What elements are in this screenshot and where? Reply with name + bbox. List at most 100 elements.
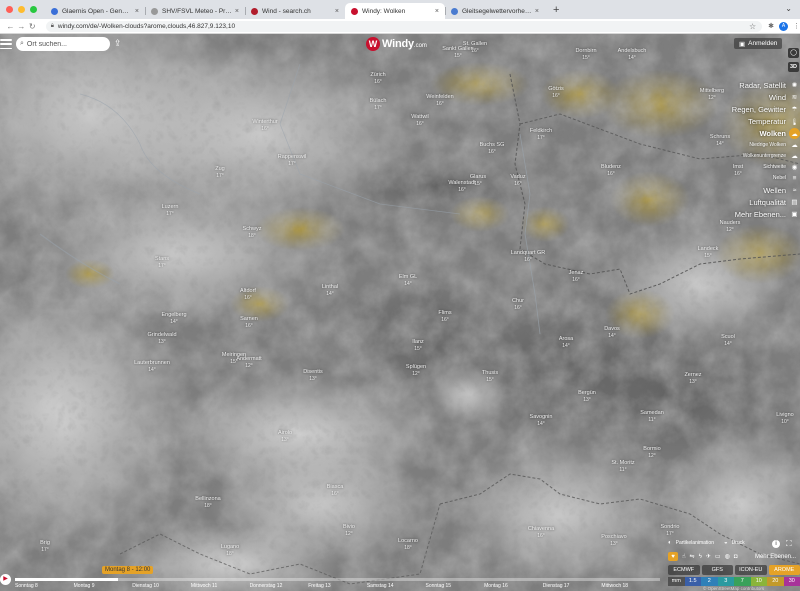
timeline-day[interactable]: Mittwoch 11 — [191, 583, 250, 589]
map-city-label[interactable]: Elm GL 14° — [399, 274, 417, 287]
map-city-label[interactable]: Bülach 17° — [370, 98, 387, 111]
map-city-label[interactable]: Poschiavo 13° — [601, 534, 626, 547]
info-icon[interactable]: i — [772, 540, 780, 548]
map-city-label[interactable]: Biasca 16° — [327, 484, 344, 497]
map-city-label[interactable]: Feldkirch 17° — [530, 128, 552, 141]
timeline-day[interactable]: Samstag 14 — [367, 583, 426, 589]
share-icon[interactable]: ⇪ — [114, 38, 122, 49]
tab-close-icon[interactable]: × — [135, 8, 139, 15]
rss-circle-icon[interactable]: ◯ — [788, 48, 799, 58]
map-city-label[interactable]: Brig 17° — [40, 540, 50, 553]
map-city-label[interactable]: Bludenz 16° — [601, 164, 621, 177]
layer-item[interactable]: Wind ≋ — [680, 91, 800, 103]
favorites-heart-icon[interactable]: ♥ — [668, 552, 678, 561]
particles-label[interactable]: Partikelanimation — [676, 540, 714, 546]
browser-tab[interactable]: Windy: Wolken × — [345, 3, 445, 19]
layer-item[interactable]: Wolken ☁ — [680, 128, 800, 140]
tab-close-icon[interactable]: × — [535, 8, 539, 15]
tab-close-icon[interactable]: × — [435, 8, 439, 15]
timeline-track[interactable] — [15, 578, 660, 581]
extensions-puzzle-icon[interactable]: ✱ — [768, 22, 774, 30]
map-city-label[interactable]: Thusis 15° — [482, 370, 498, 383]
layer-item[interactable]: Wolkenuntergrenze ☁ — [680, 151, 800, 162]
map-city-label[interactable]: Altdorf 16° — [240, 288, 256, 301]
profile-avatar[interactable]: A — [778, 21, 788, 31]
maximize-window-button[interactable] — [30, 6, 37, 13]
forward-button[interactable]: → — [16, 22, 27, 31]
map-city-label[interactable]: Zernez 13° — [684, 372, 701, 385]
location-search[interactable]: ⌕ — [16, 37, 110, 51]
map-city-label[interactable]: Bergün 13° — [578, 390, 596, 403]
hamburger-menu-icon[interactable] — [0, 38, 12, 50]
map-city-label[interactable]: Disentis 13° — [303, 369, 323, 382]
address-bar[interactable]: 🔒︎ windy.com/de/-Wolken-clouds?arome,clo… — [45, 20, 763, 32]
map-city-label[interactable]: Meiringen 15° — [222, 352, 246, 365]
layer-item[interactable]: Temperatur 🌡 — [680, 116, 800, 128]
model-button[interactable]: AROME — [768, 565, 800, 575]
map-city-label[interactable]: Lauterbrunnen 14° — [134, 360, 170, 373]
map-city-label[interactable]: Wattwil 16° — [411, 114, 429, 127]
timeline-day[interactable]: Montag 16 — [484, 583, 543, 589]
map-city-label[interactable]: Livigno 10° — [776, 412, 793, 425]
layer-item[interactable]: Sichtweite ◉ — [680, 162, 800, 173]
map-city-label[interactable]: Zug 17° — [215, 166, 224, 179]
map-city-label[interactable]: Nauders 12° — [720, 220, 741, 233]
map-city-label[interactable]: Jenaz 16° — [569, 270, 584, 283]
particles-toggle-icon[interactable]: ◐ — [668, 540, 672, 546]
map-city-label[interactable]: Savognin 14° — [530, 414, 553, 427]
play-icon[interactable]: ▶ — [0, 574, 11, 585]
map-city-label[interactable]: Bormio 12° — [643, 446, 660, 459]
timeline-day[interactable]: Freitag 13 — [308, 583, 367, 589]
model-button[interactable]: GFS — [701, 565, 733, 575]
camera-icon[interactable]: ◘ — [734, 554, 738, 560]
layer-item[interactable]: Luftqualität ▤ — [680, 196, 800, 208]
map-attribution[interactable]: © OpenStreetMap contributors — [703, 586, 764, 591]
new-tab-button[interactable]: + — [545, 3, 567, 19]
browser-tab[interactable]: Wind - search.ch × — [245, 3, 345, 19]
map-city-label[interactable]: Landeck 15° — [698, 246, 719, 259]
map-city-label[interactable]: Walenstadt 16° — [448, 180, 475, 193]
ruler-icon[interactable]: ⇋ — [690, 553, 695, 560]
model-button[interactable]: ICON-EU — [735, 565, 767, 575]
tab-search-chevron-icon[interactable]: ⌄ — [785, 4, 792, 13]
plane-icon[interactable]: ✈ — [706, 553, 711, 560]
map-city-label[interactable]: Sankt Gallen 15° — [442, 46, 474, 59]
map-city-label[interactable]: Rappenswil 17° — [278, 154, 306, 167]
back-button[interactable]: ← — [5, 22, 16, 31]
map-city-label[interactable]: Sarnen 16° — [240, 316, 258, 329]
map-city-label[interactable]: Locarno 18° — [398, 538, 418, 551]
timeline-day[interactable]: Dienstag 17 — [543, 583, 602, 589]
pressure-toggle-icon[interactable]: ◒ — [724, 540, 728, 546]
timeline-day[interactable]: Sonntag 8 — [15, 583, 74, 589]
map-city-label[interactable]: St. Moritz 11° — [611, 460, 634, 473]
timeline-day[interactable]: Mittwoch 18 — [601, 583, 660, 589]
layer-item[interactable]: Regen, Gewitter ☂ — [680, 103, 800, 115]
reload-button[interactable]: ↻ — [27, 22, 38, 31]
map-city-label[interactable]: Engelberg 14° — [161, 312, 186, 325]
search-input[interactable] — [26, 40, 107, 48]
browser-tab[interactable]: SHV/FSVL Meteo - Previtemp× — [145, 3, 245, 19]
map-city-label[interactable]: Lugano 18° — [221, 544, 239, 557]
tab-close-icon[interactable]: × — [335, 8, 339, 15]
map-city-label[interactable]: Schwyz 18° — [243, 226, 262, 239]
map-city-label[interactable]: Buchs SG 16° — [480, 142, 505, 155]
map-city-label[interactable]: Flims 16° — [438, 310, 451, 323]
lock-icon[interactable]: 🔒︎ — [51, 23, 54, 30]
map-city-label[interactable]: Chur 16° — [512, 298, 524, 311]
model-button[interactable]: ECMWF — [668, 565, 700, 575]
fullscreen-icon[interactable]: ⛶ — [786, 539, 792, 549]
timeline-day[interactable]: Montag 9 — [74, 583, 133, 589]
more-layers-link[interactable]: Mehr Ebenen... — [755, 554, 800, 560]
minimize-window-button[interactable] — [18, 6, 25, 13]
timeline-day[interactable]: Sonntag 15 — [425, 583, 484, 589]
map-city-label[interactable]: Samedan 11° — [640, 410, 664, 423]
map-city-label[interactable]: Andelsbuch 14° — [618, 48, 647, 61]
login-button[interactable]: ▣ Anmelden — [734, 38, 783, 49]
timeline-day[interactable]: Donnerstag 12 — [250, 583, 309, 589]
layer-item[interactable]: Niedrige Wolken ☁ — [680, 140, 800, 151]
current-time-bubble[interactable]: Montag 8 - 12:00 — [102, 566, 154, 574]
webcam-icon[interactable]: ▭ — [715, 553, 721, 560]
3d-toggle-button[interactable]: 3D — [788, 62, 799, 72]
hand-icon[interactable]: ☝ — [682, 553, 686, 560]
map-city-label[interactable]: Weinfelden 16° — [426, 94, 453, 107]
